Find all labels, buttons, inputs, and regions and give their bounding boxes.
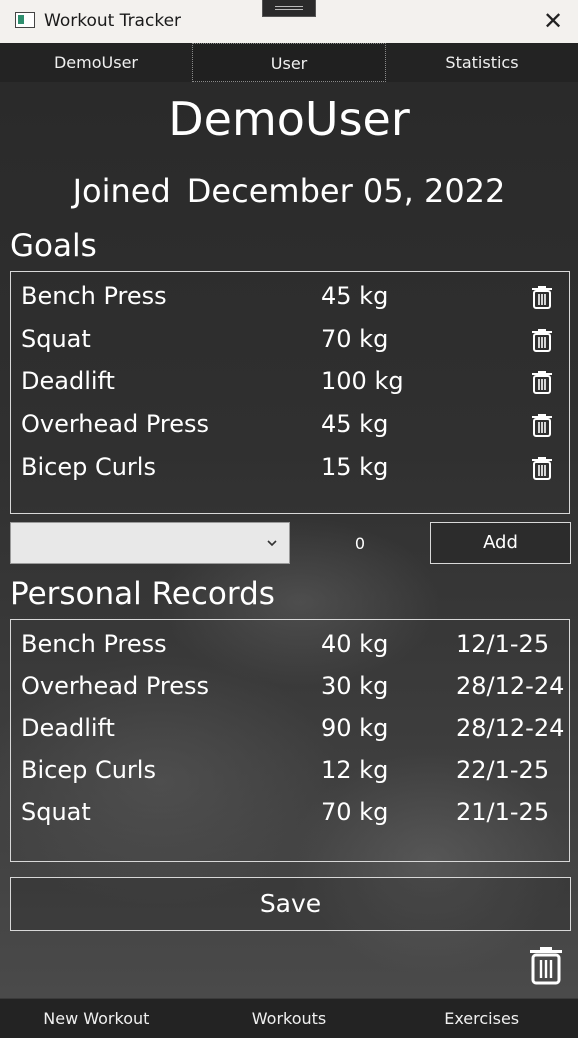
record-date: 21/1-25: [456, 798, 550, 826]
nav-workouts[interactable]: Workouts: [193, 999, 386, 1038]
nav-new-workout[interactable]: New Workout: [0, 999, 193, 1038]
trash-icon[interactable]: [531, 455, 553, 481]
goal-row[interactable]: Squat 70 kg: [11, 317, 569, 359]
goal-exercise: Deadlift: [21, 367, 115, 395]
tab-user[interactable]: User: [192, 43, 386, 82]
record-exercise: Bench Press: [21, 630, 167, 658]
close-icon: ✕: [542, 7, 564, 35]
record-exercise: Squat: [21, 798, 91, 826]
tab-statistics[interactable]: Statistics: [386, 43, 578, 82]
record-exercise: Deadlift: [21, 714, 115, 742]
close-button[interactable]: ✕: [540, 8, 566, 34]
goal-row[interactable]: Overhead Press 45 kg: [11, 402, 569, 444]
exercise-select[interactable]: [10, 522, 290, 564]
record-row: Bench Press 40 kg 12/1-25: [11, 622, 569, 664]
tab-demouser[interactable]: DemoUser: [0, 43, 192, 82]
save-button[interactable]: Save: [10, 877, 571, 931]
records-list: Bench Press 40 kg 12/1-25 Overhead Press…: [10, 619, 570, 862]
goals-list: Bench Press 45 kg Squat 70 kg Deadlift 1…: [10, 271, 570, 514]
record-weight: 70 kg: [321, 798, 389, 826]
trash-icon[interactable]: [531, 327, 553, 353]
user-page: DemoUser Joined December 05, 2022 Goals B…: [0, 82, 578, 998]
record-row: Squat 70 kg 21/1-25: [11, 790, 569, 832]
joined-date: December 05, 2022: [186, 172, 506, 210]
bottom-nav: New Workout Workouts Exercises: [0, 998, 578, 1038]
trash-icon[interactable]: [531, 412, 553, 438]
record-row: Bicep Curls 12 kg 22/1-25: [11, 748, 569, 790]
goal-weight: 100 kg: [321, 367, 404, 395]
app-icon: [15, 12, 35, 28]
chevron-down-icon: [265, 535, 279, 549]
joined-line: Joined December 05, 2022: [0, 172, 578, 210]
goal-row[interactable]: Bench Press 45 kg: [11, 274, 569, 316]
delete-user-button[interactable]: [528, 944, 564, 986]
window-title: Workout Tracker: [44, 11, 182, 31]
nav-exercises[interactable]: Exercises: [385, 999, 578, 1038]
goal-amount-input[interactable]: 0: [340, 534, 380, 553]
user-name-heading: DemoUser: [168, 92, 410, 146]
joined-label: Joined: [72, 172, 171, 210]
record-weight: 12 kg: [321, 756, 389, 784]
record-row: Overhead Press 30 kg 28/12-24: [11, 664, 569, 706]
trash-icon[interactable]: [531, 284, 553, 310]
goal-row[interactable]: Deadlift 100 kg: [11, 359, 569, 401]
record-date: 28/12-24: [456, 672, 565, 700]
top-tab-bar: DemoUser User Statistics: [0, 43, 578, 82]
goal-exercise: Squat: [21, 325, 91, 353]
goals-title: Goals: [10, 228, 97, 264]
record-weight: 30 kg: [321, 672, 389, 700]
goal-row[interactable]: Bicep Curls 15 kg: [11, 445, 569, 487]
goal-exercise: Bench Press: [21, 282, 167, 310]
goal-weight: 70 kg: [321, 325, 389, 353]
record-weight: 90 kg: [321, 714, 389, 742]
records-title: Personal Records: [10, 576, 275, 612]
trash-icon[interactable]: [531, 369, 553, 395]
record-date: 12/1-25: [456, 630, 550, 658]
title-bar: Workout Tracker ✕: [0, 0, 578, 43]
drag-handle[interactable]: [262, 0, 316, 17]
goal-weight: 45 kg: [321, 410, 389, 438]
goal-weight: 15 kg: [321, 453, 389, 481]
trash-icon: [530, 947, 562, 985]
record-exercise: Overhead Press: [21, 672, 210, 700]
add-goal-button[interactable]: Add: [430, 522, 571, 564]
goal-weight: 45 kg: [321, 282, 389, 310]
goal-exercise: Overhead Press: [21, 410, 210, 438]
record-date: 28/12-24: [456, 714, 565, 742]
goal-exercise: Bicep Curls: [21, 453, 156, 481]
record-row: Deadlift 90 kg 28/12-24: [11, 706, 569, 748]
app-window: Workout Tracker ✕ DemoUser User Statisti…: [0, 0, 578, 1038]
record-exercise: Bicep Curls: [21, 756, 156, 784]
record-date: 22/1-25: [456, 756, 550, 784]
record-weight: 40 kg: [321, 630, 389, 658]
